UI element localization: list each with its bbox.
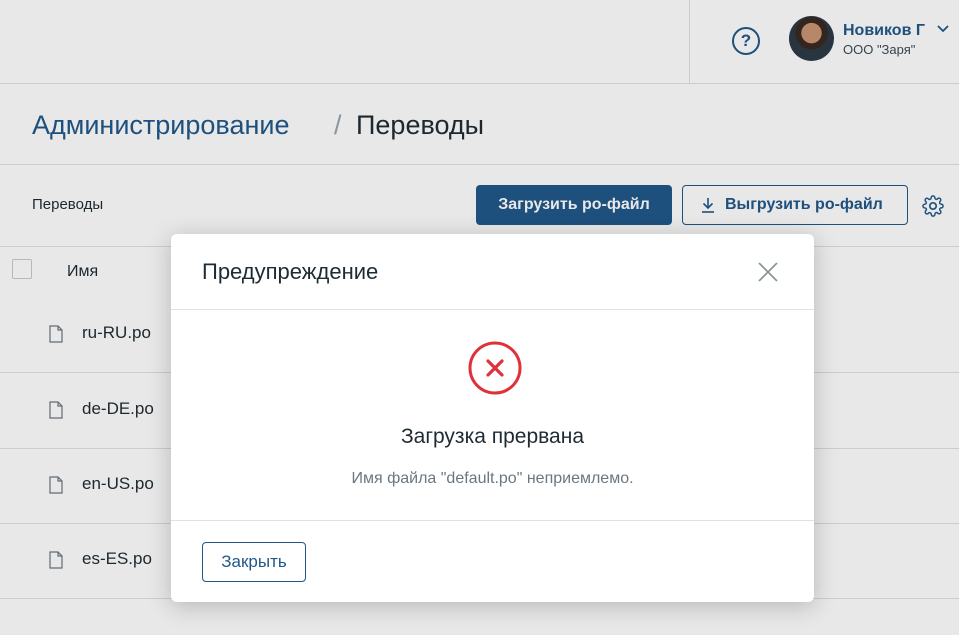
dialog-header: Предупреждение xyxy=(171,234,814,310)
dialog-footer: Закрыть xyxy=(171,520,814,603)
error-title: Загрузка прервана xyxy=(400,425,585,448)
error-icon xyxy=(468,341,522,395)
close-button[interactable]: Закрыть xyxy=(202,542,306,582)
warning-dialog: Предупреждение Загрузка прервана Имя фай… xyxy=(171,234,814,602)
close-icon[interactable] xyxy=(757,261,779,283)
error-message: Имя файла "default.po" неприемлемо. xyxy=(351,470,634,487)
dialog-title: Предупреждение xyxy=(202,259,379,284)
